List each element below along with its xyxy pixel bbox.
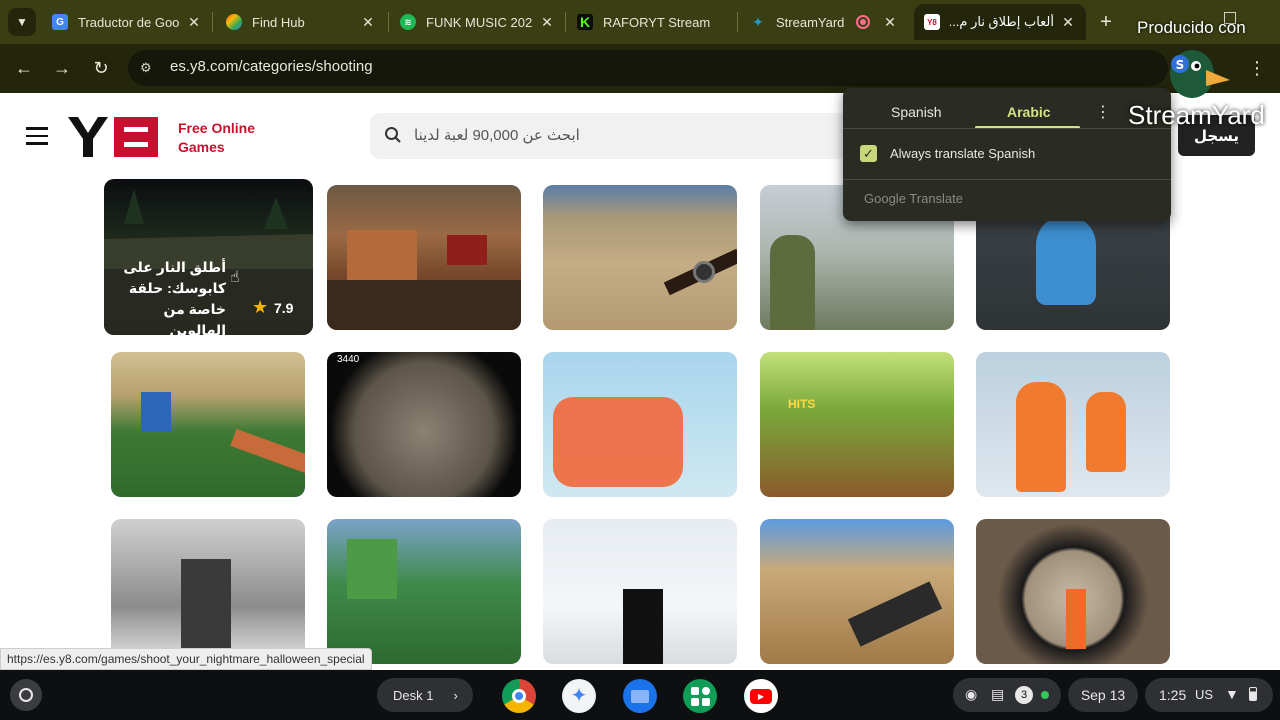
search-input[interactable]: ابحث عن 90,000 لعبة لدينا [414,126,580,144]
battery-icon [1249,687,1257,701]
close-icon[interactable]: ✕ [186,14,202,31]
new-tab-button[interactable]: + [1094,10,1118,34]
y8-logo[interactable] [68,117,160,157]
address-url[interactable]: es.y8.com/categories/shooting [170,58,373,75]
system-shelf: Desk 1 › ✦ ▶ ◉ ▤ 3 Sep 13 1:25 US ▼ [0,670,1280,720]
clipboard-icon: ▤ [991,686,1005,702]
tab-funk-music[interactable]: ≋ FUNK MUSIC 202 ✕ [390,4,565,40]
tab-title: RAFORYT Stream [603,14,711,30]
gemini-app-icon[interactable]: ✦ [562,679,596,713]
game-card[interactable] [543,519,737,664]
tab-streamyard[interactable]: ✦ StreamYard ✕ [740,4,908,40]
search-bar[interactable]: ابحث عن 90,000 لعبة لدينا [370,113,850,159]
launcher-button[interactable] [10,679,42,711]
game-card[interactable] [111,352,305,497]
status-bar-url: https://es.y8.com/games/shoot_your_night… [0,648,372,670]
files-app-icon[interactable] [623,679,657,713]
close-icon[interactable]: ✕ [360,14,376,31]
google-translate-footer: Google Translate [864,191,964,206]
close-icon[interactable]: ✕ [882,14,898,31]
watermark-streamyard-brand: StreamYard [1128,100,1265,130]
status-dot-icon [1041,691,1049,699]
recording-icon [856,15,870,29]
translate-popup: Spanish Arabic ⋮ ✓ Always translate Span… [843,88,1171,221]
tab-title: FUNK MUSIC 202 [426,14,533,30]
tab-title: ألعاب إطلاق نار م... [950,14,1054,29]
spotify-favicon-icon: ≋ [400,14,416,30]
back-arrow-icon[interactable]: ← [12,56,36,80]
translate-tab-target[interactable]: Arabic [1007,104,1051,120]
find-hub-favicon-icon [226,14,242,30]
game-card[interactable]: 3440 [327,352,521,497]
score-label: 3440 [337,354,360,365]
game-card[interactable]: HITS [760,352,954,497]
logo-tagline: Free Online Games [178,120,256,155]
menu-dots-icon[interactable]: ⋮ [1245,56,1269,80]
youtube-app-icon[interactable]: ▶ [744,679,778,713]
game-card-featured[interactable]: أطلق النار على كابوسك: حلقة خاصة من الها… [104,179,313,335]
workspace-app-icon[interactable] [683,679,717,713]
game-card[interactable] [327,519,521,664]
tab-strip: ▼ G Traductor de Goo ✕ Find Hub ✕ ≋ FUNK… [0,0,1280,44]
chevron-right-icon: › [453,687,458,703]
y8-favicon-icon: Y8 [924,14,940,30]
game-card[interactable] [111,519,305,664]
desk-switcher[interactable]: Desk 1 › [377,678,473,712]
close-icon[interactable]: ✕ [1060,14,1076,31]
chrome-app-icon[interactable] [502,679,536,713]
tab-raforyt-stream[interactable]: K RAFORYT Stream ✕ [567,4,737,40]
always-translate-checkbox[interactable]: ✓ [860,145,877,162]
clock-time: 1:25 [1159,687,1187,703]
forward-arrow-icon[interactable]: → [50,56,74,80]
game-card[interactable] [760,519,954,664]
search-icon [384,126,402,144]
tab-title: StreamYard [776,14,845,30]
always-translate-label: Always translate Spanish [890,146,1036,161]
game-rating: 7.9 [274,300,294,316]
game-card[interactable] [327,185,521,330]
locale-label: US [1195,687,1214,702]
google-translate-favicon-icon: G [52,14,68,30]
notification-count-badge: 3 [1015,686,1033,704]
chevron-down-icon: ▼ [16,15,28,29]
game-card[interactable] [976,519,1170,664]
hits-label: HITS [788,397,816,411]
translate-tab-divider [843,128,1171,129]
date-display[interactable]: Sep 13 [1068,678,1138,712]
tab-title: Find Hub [252,14,305,30]
translate-popup-divider [843,179,1171,180]
featured-game-title: أطلق النار على كابوسك: حلقة خاصة من الها… [123,259,226,335]
watermark-produced-with: Producido con [1137,18,1246,37]
streamyard-duck-logo-icon: S [1166,46,1230,104]
hamburger-menu-icon[interactable] [26,127,48,145]
streamyard-favicon-icon: ✦ [752,13,764,30]
screen-capture-icon: ◉ [965,686,978,702]
tray-status-area[interactable]: ◉ ▤ 3 [953,678,1061,712]
game-card[interactable] [976,352,1170,497]
wifi-icon: ▼ [1225,686,1239,702]
reload-icon[interactable]: ↻ [89,56,113,80]
launcher-icon [19,688,33,702]
tab-title: Traductor de Goo [78,14,180,30]
cursor-hand-icon: ☝ [230,269,240,286]
star-icon: ★ [252,297,269,317]
game-card[interactable] [543,185,737,330]
tab-y8-shooting[interactable]: Y8 ألعاب إطلاق نار م... ✕ [914,4,1086,40]
close-icon[interactable]: ✕ [539,14,555,31]
translate-menu-dots-icon[interactable]: ⋮ [1095,102,1111,122]
tab-traductor[interactable]: G Traductor de Goo ✕ [42,4,212,40]
game-card[interactable] [543,352,737,497]
tab-find-hub[interactable]: Find Hub ✕ [216,4,386,40]
site-info-icon[interactable]: ⚙ [140,60,156,76]
quick-settings-button[interactable]: 1:25 US ▼ [1145,678,1273,712]
tab-search-button[interactable]: ▼ [8,8,36,36]
translate-tab-source[interactable]: Spanish [891,104,942,120]
kick-favicon-icon: K [577,14,593,30]
svg-text:S: S [1176,58,1185,72]
